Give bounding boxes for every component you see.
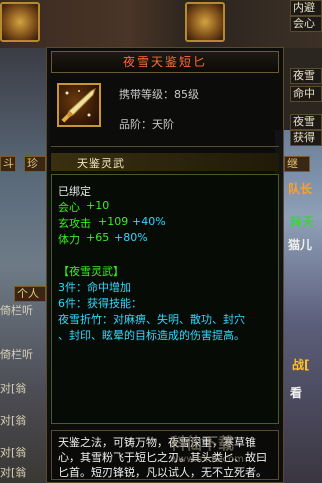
tab-2[interactable]: 珍 [24,156,46,172]
watermark-url: www.sxds.com [170,454,245,465]
dagger-icon [57,83,101,127]
skill-line-1: 夜雪折竹：对麻痹、失明、散功、封穴 [58,313,245,326]
side-text-1: 队长 [288,182,313,196]
divider [51,146,279,147]
chat-line-3: 对[翁 [0,382,27,395]
tab-1[interactable]: 斗 [0,156,16,172]
section-bar: 天鉴灵武 [51,153,279,171]
set-name: 【夜雪灵武】 [58,265,124,278]
stat-name: 玄攻击 [58,217,91,230]
set-bonus-3: 3件：命中增加 [58,281,131,294]
tab-personal[interactable]: 个人 [14,286,46,302]
menu-item-1[interactable]: 内避 [290,0,322,16]
tab-4[interactable]: 继 [284,156,310,172]
stat-value: +65 [86,231,110,244]
chat-line-2: 倚栏听 [0,348,33,361]
side-text-4: 战[ [292,358,310,372]
menu-item-6[interactable]: 获得 [290,130,322,146]
item-grade: 品阶：天阶 [119,118,174,131]
side-text-3: 猫儿 [288,238,313,252]
item-name: 夜雪天鉴短匕 [122,55,207,69]
skill-line-2: 、封印、眩晕的目标造成的伤害提高。 [58,329,245,342]
stat-value: +109 [98,215,129,228]
item-tooltip: 夜雪天鉴短匕 携带等级：85级 品阶：天阶 天鉴灵武 已绑定 会心 +10 玄攻… [46,47,284,483]
stat-name: 体力 [58,233,80,246]
stat-bonus: +80% [114,231,148,244]
menu-item-5[interactable]: 夜雪 [290,114,322,130]
side-text-2: 转天 [290,215,315,229]
stats-panel: 已绑定 会心 +10 玄攻击 +109 +40% 体力 +65 +80% 【夜雪… [51,174,279,424]
chat-line-4: 对[翁 [0,414,27,427]
equipment-slot-left[interactable] [0,2,40,42]
menu-item-2[interactable]: 会心 [290,16,322,32]
equipment-slot-right[interactable] [185,2,225,42]
top-bar [0,0,322,48]
chat-line-5: 对[翁 [0,446,27,459]
chat-line-6: 对[翁 [0,466,27,479]
stat-bonus: +40% [132,215,166,228]
carry-level: 携带等级：85级 [119,88,199,101]
tooltip-title-bar: 夜雪天鉴短匕 [51,51,279,73]
section-title: 天鉴灵武 [77,157,125,170]
menu-item-3[interactable]: 夜雪 [290,68,322,84]
stat-name: 会心 [58,201,80,214]
menu-item-4[interactable]: 命中 [290,86,322,102]
chat-line-1: 倚栏听 [0,304,33,317]
watermark-text: 科仙下载 [170,434,235,453]
bound-status: 已绑定 [58,185,91,198]
set-bonus-6: 6件：获得技能： [58,297,142,310]
side-text-5: 看 [290,386,303,400]
watermark: 科仙下载 www.sxds.com [170,430,320,470]
stat-value: +10 [86,199,110,212]
